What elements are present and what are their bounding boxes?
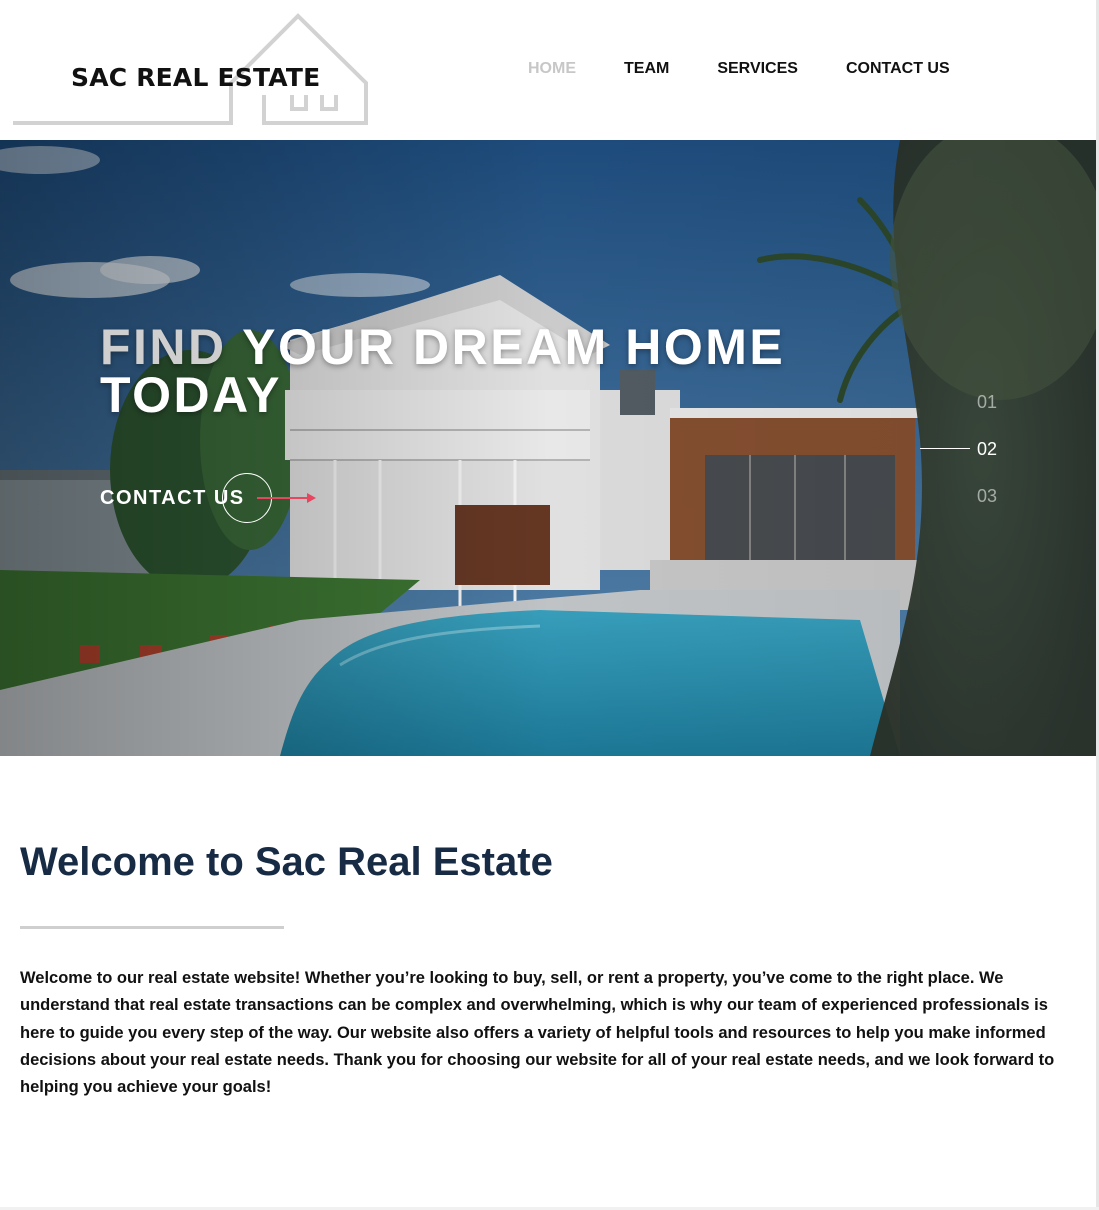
site-header: SAC REAL ESTATE HOME TEAM SERVICES CONTA… [0, 0, 1099, 140]
arrow-right-icon [257, 493, 316, 503]
slide-dot-02[interactable]: 02 [977, 439, 997, 460]
nav-item-contact-us[interactable]: CONTACT US [846, 60, 950, 78]
slide-dot-03[interactable]: 03 [977, 486, 997, 507]
section-divider [20, 926, 284, 929]
nav-item-services[interactable]: SERVICES [717, 60, 798, 78]
hero-contact-button[interactable]: CONTACT US [100, 473, 316, 523]
slide-active-indicator [920, 448, 970, 449]
hero-slider: FIND YOUR DREAM HOME TODAY CONTACT US 01… [0, 140, 1096, 756]
hero-contact-label: CONTACT US [100, 486, 245, 509]
slide-dot-01[interactable]: 01 [977, 392, 997, 413]
welcome-heading: Welcome to Sac Real Estate [20, 840, 553, 884]
site-logo[interactable]: SAC REAL ESTATE [10, 10, 380, 135]
logo-text: SAC REAL ESTATE [71, 63, 321, 92]
hero-title: FIND YOUR DREAM HOME TODAY [100, 322, 860, 420]
nav-item-team[interactable]: TEAM [624, 60, 669, 78]
main-nav: HOME TEAM SERVICES CONTACT US [528, 60, 998, 78]
nav-item-home[interactable]: HOME [528, 60, 576, 78]
welcome-paragraph: Welcome to our real estate website! Whet… [20, 969, 1055, 1097]
